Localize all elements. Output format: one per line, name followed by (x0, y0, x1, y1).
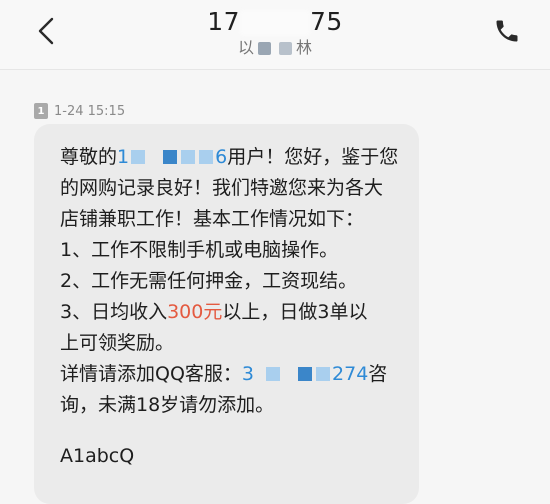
message-line: 2、工作无需任何押金，工资现结。 (60, 270, 358, 292)
redaction-mark (181, 150, 196, 164)
timestamp-text: 1-24 15:15 (54, 103, 126, 119)
redaction-mark (266, 367, 281, 381)
message-line: 上可领奖励。 (60, 332, 175, 354)
contact-title[interactable]: 17 75 以林 (130, 6, 420, 58)
contact-name: 以林 (130, 38, 420, 58)
message-line: 3、日均收入300元以上，日做3单以 (60, 297, 399, 328)
chevron-left-icon (38, 17, 54, 45)
sim-card-icon: 1 (34, 103, 48, 119)
redaction-mark (316, 367, 331, 381)
contact-name-end: 林 (296, 38, 313, 57)
message-line: 询，未满18岁请勿添加。 (60, 394, 275, 416)
message-line: 尊敬的1 6用户！您好，鉴于您 (60, 142, 399, 173)
phone-link-end: 6 (215, 146, 228, 168)
message-text: 3、日均收入 (60, 301, 168, 323)
back-button[interactable] (30, 14, 62, 48)
redaction-mark (258, 42, 271, 55)
message-line: 1、工作不限制手机或电脑操作。 (60, 239, 339, 261)
contact-number-end: 75 (310, 7, 343, 36)
phone-icon (496, 20, 518, 42)
message-text: 咨 (368, 363, 388, 385)
income-highlight: 300元 (167, 301, 223, 323)
phone-link[interactable]: 16 (117, 146, 227, 168)
message-text: 用户！您好，鉴于您 (227, 146, 399, 168)
message-timestamp: 1 1-24 15:15 (34, 102, 125, 120)
phone-link-start: 1 (117, 146, 130, 168)
qq-link-start: 3 (241, 363, 255, 385)
redaction-mark (199, 150, 214, 164)
message-text: 尊敬的 (60, 146, 118, 168)
redaction-mark (298, 367, 313, 381)
message-line: 详情请添加QQ客服：3 274咨 (60, 359, 399, 390)
redaction-mark (279, 42, 292, 55)
contact-number: 17 75 (130, 6, 420, 38)
message-signature: A1abcQ (60, 445, 135, 467)
conversation-header: 17 75 以林 (0, 0, 550, 70)
message-line: 店铺兼职工作！基本工作情况如下： (60, 208, 365, 230)
message-bubble[interactable]: 尊敬的1 6用户！您好，鉴于您 的网购记录良好！我们特邀您来为各大 店铺兼职工作！… (34, 124, 419, 504)
qq-number-link[interactable]: 3 274 (242, 363, 368, 385)
message-text: 详情请添加QQ客服： (60, 363, 242, 385)
message-text: 以上，日做3单以 (222, 301, 368, 323)
redaction-mark (131, 150, 146, 164)
redaction-mark (163, 150, 178, 164)
call-button[interactable] (490, 14, 524, 48)
contact-number-start: 17 (207, 7, 240, 36)
qq-link-end: 274 (332, 363, 369, 385)
redaction-mark (240, 10, 310, 36)
message-line: 的网购记录良好！我们特邀您来为各大 (60, 177, 384, 199)
contact-name-start: 以 (237, 38, 254, 57)
